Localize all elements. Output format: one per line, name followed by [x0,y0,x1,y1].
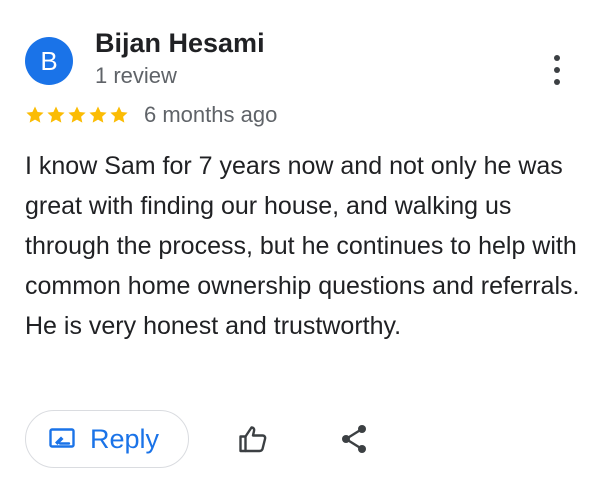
reply-button[interactable]: Reply [25,410,189,468]
author-name[interactable]: Bijan Hesami [95,28,265,59]
star-icon [110,106,128,123]
reply-label: Reply [90,424,160,454]
more-vert-icon[interactable] [545,55,569,85]
avatar[interactable]: B [25,37,73,85]
star-icon [26,106,44,123]
thumbs-up-icon[interactable] [238,424,268,454]
star-rating [25,104,129,130]
share-icon[interactable] [340,424,368,454]
star-icon [68,106,86,123]
review-count: 1 review [95,63,177,88]
review-age: 6 months ago [144,102,278,127]
reply-icon [49,428,75,448]
star-icon [47,106,65,123]
star-icon [89,106,107,123]
review-text: I know Sam for 7 years now and not only … [25,152,580,340]
